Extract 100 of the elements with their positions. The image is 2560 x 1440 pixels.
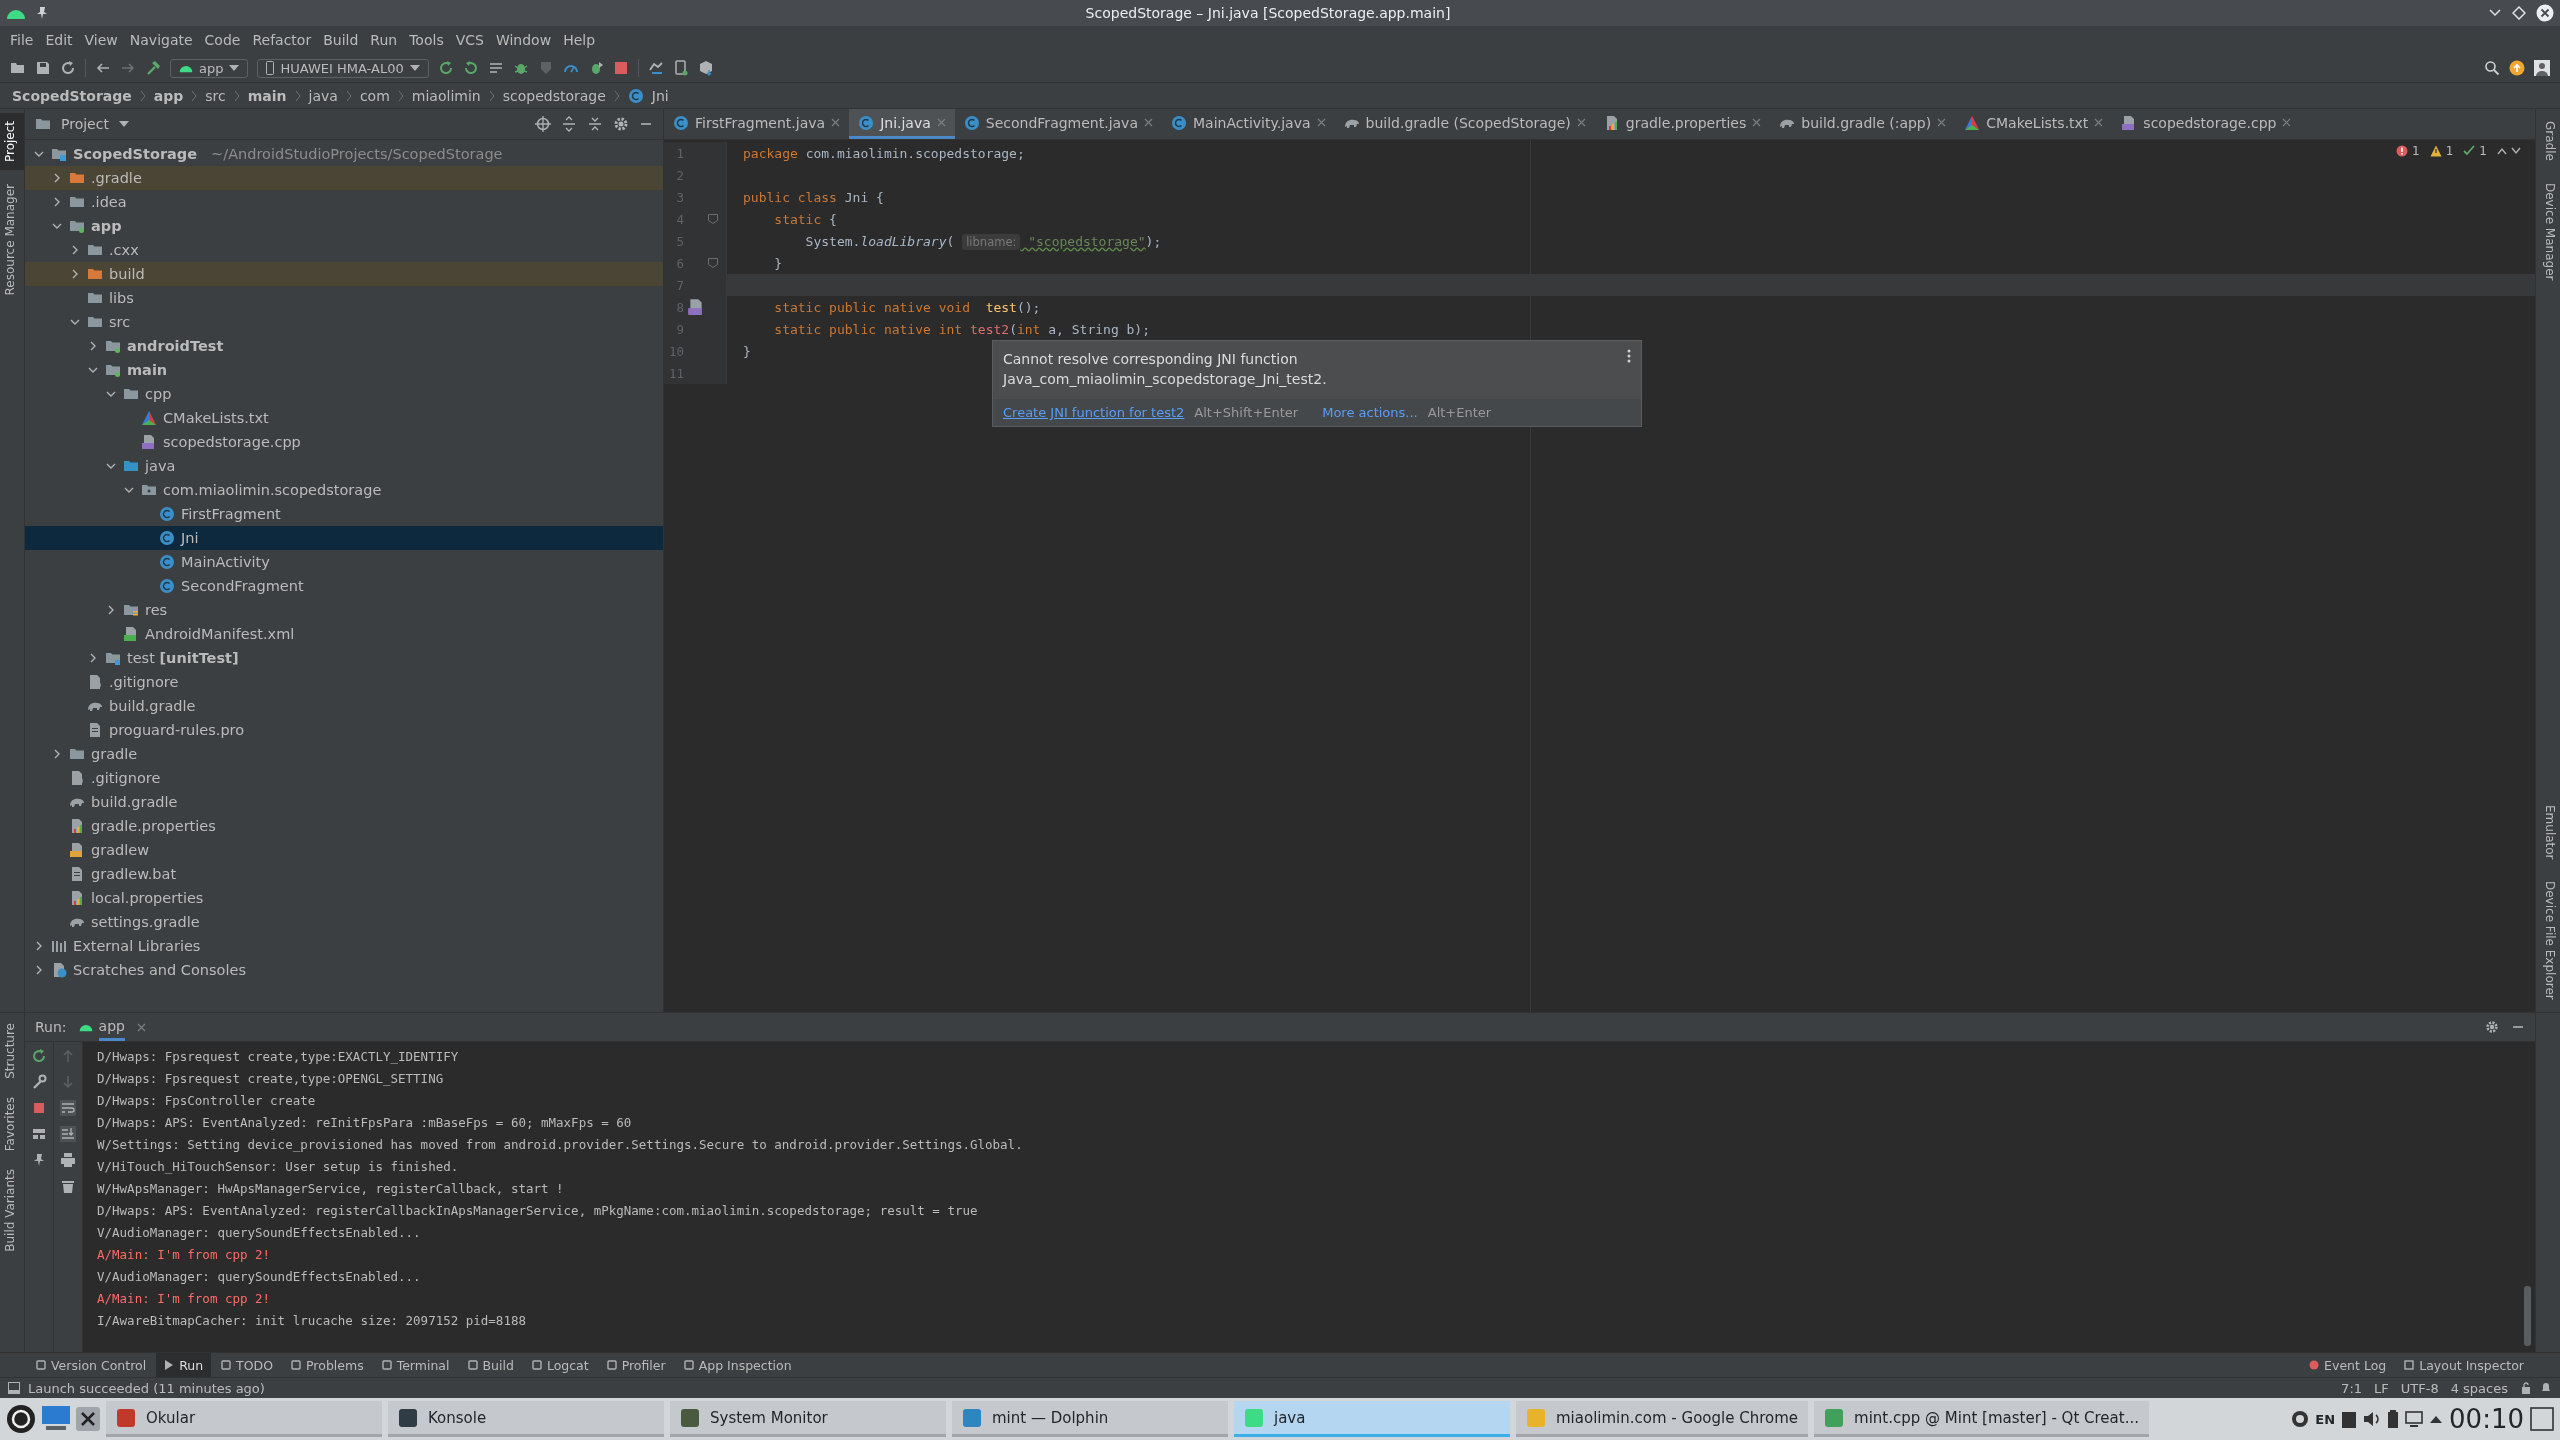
tool-window-button[interactable]: Device Manager <box>2536 174 2560 289</box>
maximize-icon[interactable] <box>2512 6 2526 20</box>
stop-icon[interactable] <box>612 60 629 76</box>
tool-tab[interactable]: Profiler <box>598 1353 674 1377</box>
breadcrumb-item[interactable]: src <box>205 87 226 104</box>
status-item[interactable]: LF <box>2374 1380 2389 1396</box>
bell-icon[interactable] <box>2540 1382 2552 1394</box>
breadcrumb-item[interactable]: app <box>153 87 184 104</box>
editor-tab[interactable]: SecondFragment.java <box>954 109 1162 139</box>
tree-item[interactable]: build.gradle <box>25 694 663 718</box>
fold-marker-icon[interactable] <box>708 214 718 224</box>
tree-item[interactable]: cpp <box>25 382 663 406</box>
editor-tab[interactable]: Jni.java <box>849 109 955 139</box>
clock[interactable]: 00:10 <box>2449 1404 2524 1434</box>
tree-item[interactable]: build <box>25 262 663 286</box>
tree-item[interactable]: src <box>25 310 663 334</box>
tree-item[interactable]: libs <box>25 286 663 310</box>
tree-item[interactable]: gradlew <box>25 838 663 862</box>
menu-item[interactable]: File <box>4 32 40 48</box>
taskbar-item[interactable]: mint.cpp @ Mint [master] - Qt Creat... <box>1814 1401 2149 1437</box>
tool-tab[interactable]: TODO <box>213 1353 282 1377</box>
menu-item[interactable]: Code <box>198 32 247 48</box>
breadcrumb-item[interactable]: main <box>247 87 287 104</box>
breadcrumb-item[interactable]: com <box>359 87 390 104</box>
wrench-icon[interactable] <box>31 1074 47 1090</box>
status-item[interactable]: 7:1 <box>2341 1380 2363 1396</box>
weak-warning-count[interactable]: 1 <box>2479 144 2487 158</box>
tool-tab[interactable]: Version Control <box>28 1353 155 1377</box>
tree-item[interactable]: AndroidManifest.xml <box>25 622 663 646</box>
cube-icon[interactable] <box>697 60 714 76</box>
status-item[interactable]: 4 spaces <box>2450 1380 2508 1396</box>
tool-tab[interactable]: Problems <box>283 1353 372 1377</box>
scrollbar-thumb[interactable] <box>2524 1286 2531 1346</box>
tool-tab[interactable]: Layout Inspector <box>2396 1353 2532 1377</box>
menu-item[interactable]: Window <box>489 32 558 48</box>
show-desktop-icon[interactable] <box>2530 1407 2554 1431</box>
desktop-icon[interactable] <box>42 1406 70 1432</box>
settings-icon[interactable] <box>613 116 629 132</box>
tool-window-button[interactable]: Gradle <box>2536 113 2560 169</box>
start-menu-icon[interactable] <box>6 1404 36 1434</box>
dropdown-arrow-icon[interactable] <box>118 121 129 127</box>
tool-window-button[interactable]: Emulator <box>2536 796 2560 868</box>
editor-tab[interactable]: FirstFragment.java <box>664 109 850 139</box>
tree-item[interactable]: java <box>25 454 663 478</box>
search-icon[interactable] <box>2484 60 2500 76</box>
tree-item[interactable]: proguard-rules.pro <box>25 718 663 742</box>
rerun-icon[interactable] <box>31 1048 47 1064</box>
tree-item[interactable]: FirstFragment <box>25 502 663 526</box>
user-icon[interactable] <box>2534 60 2550 76</box>
tree-item[interactable]: External Libraries <box>25 934 663 958</box>
tree-item[interactable]: .gradle <box>25 166 663 190</box>
tree-item[interactable]: .cxx <box>25 238 663 262</box>
editor-tab[interactable]: build.gradle (:app) <box>1770 109 1956 139</box>
tree-item[interactable]: Jni <box>25 526 663 550</box>
tree-item[interactable]: gradle.properties <box>25 814 663 838</box>
tree-item[interactable]: test [unitTest] <box>25 646 663 670</box>
tree-item[interactable]: gradle <box>25 742 663 766</box>
panel-title[interactable]: Project <box>61 116 109 132</box>
action-link[interactable]: More actions... <box>1322 405 1418 420</box>
collapse-all-icon[interactable] <box>587 116 603 132</box>
menu-item[interactable]: Refactor <box>246 32 318 48</box>
tree-item[interactable]: settings.gradle <box>25 910 663 934</box>
tree-item[interactable]: res <box>25 598 663 622</box>
tree-item[interactable]: MainActivity <box>25 550 663 574</box>
phone-icon[interactable] <box>672 60 689 76</box>
hammer-icon[interactable] <box>145 60 161 76</box>
scroll-to-end-icon[interactable] <box>60 1126 76 1142</box>
save-icon[interactable] <box>35 60 51 76</box>
breadcrumb-item[interactable]: miaolimin <box>411 87 481 104</box>
warning-count[interactable]: 1 <box>2445 144 2454 158</box>
tree-item[interactable]: main <box>25 358 663 382</box>
tool-tab[interactable]: Terminal <box>373 1353 458 1377</box>
editor-tab[interactable]: build.gradle (ScopedStorage) <box>1334 109 1595 139</box>
pin-icon[interactable] <box>36 6 48 20</box>
taskbar-item[interactable]: mint — Dolphin <box>952 1401 1228 1437</box>
tree-item[interactable]: .idea <box>25 190 663 214</box>
layout-icon[interactable] <box>31 1126 47 1142</box>
tool-tab[interactable]: Event Log <box>2301 1353 2395 1377</box>
panel-toggle-icon[interactable] <box>8 1382 20 1394</box>
menu-item[interactable]: Edit <box>39 32 79 48</box>
tool-window-button[interactable]: Project <box>0 113 24 171</box>
caret-icon[interactable] <box>2429 1414 2444 1424</box>
tree-item[interactable]: .gitignore <box>25 670 663 694</box>
menu-item[interactable]: Help <box>557 32 602 48</box>
rerun-icon[interactable] <box>437 60 454 76</box>
taskbar-item[interactable]: java <box>1234 1401 1510 1437</box>
monitor-icon[interactable] <box>2405 1410 2424 1428</box>
tree-item[interactable]: build.gradle <box>25 790 663 814</box>
menu-item[interactable]: Build <box>317 32 365 48</box>
tool-window-button[interactable]: Structure <box>0 1017 24 1085</box>
stop-icon[interactable] <box>31 1100 47 1116</box>
warning-icon[interactable] <box>2429 145 2442 157</box>
editor-tab[interactable]: CMakeLists.txt <box>1955 109 2113 139</box>
tool-window-button[interactable]: Device File Explorer <box>2536 873 2560 1008</box>
taskbar-item[interactable]: Okular <box>106 1401 382 1437</box>
tree-item[interactable]: SecondFragment <box>25 574 663 598</box>
cpp-file-icon[interactable] <box>687 298 705 316</box>
tool-tab[interactable]: App Inspection <box>675 1353 800 1377</box>
run-configuration-dropdown[interactable]: app <box>170 58 249 78</box>
tool-tab[interactable]: Run <box>156 1353 212 1377</box>
